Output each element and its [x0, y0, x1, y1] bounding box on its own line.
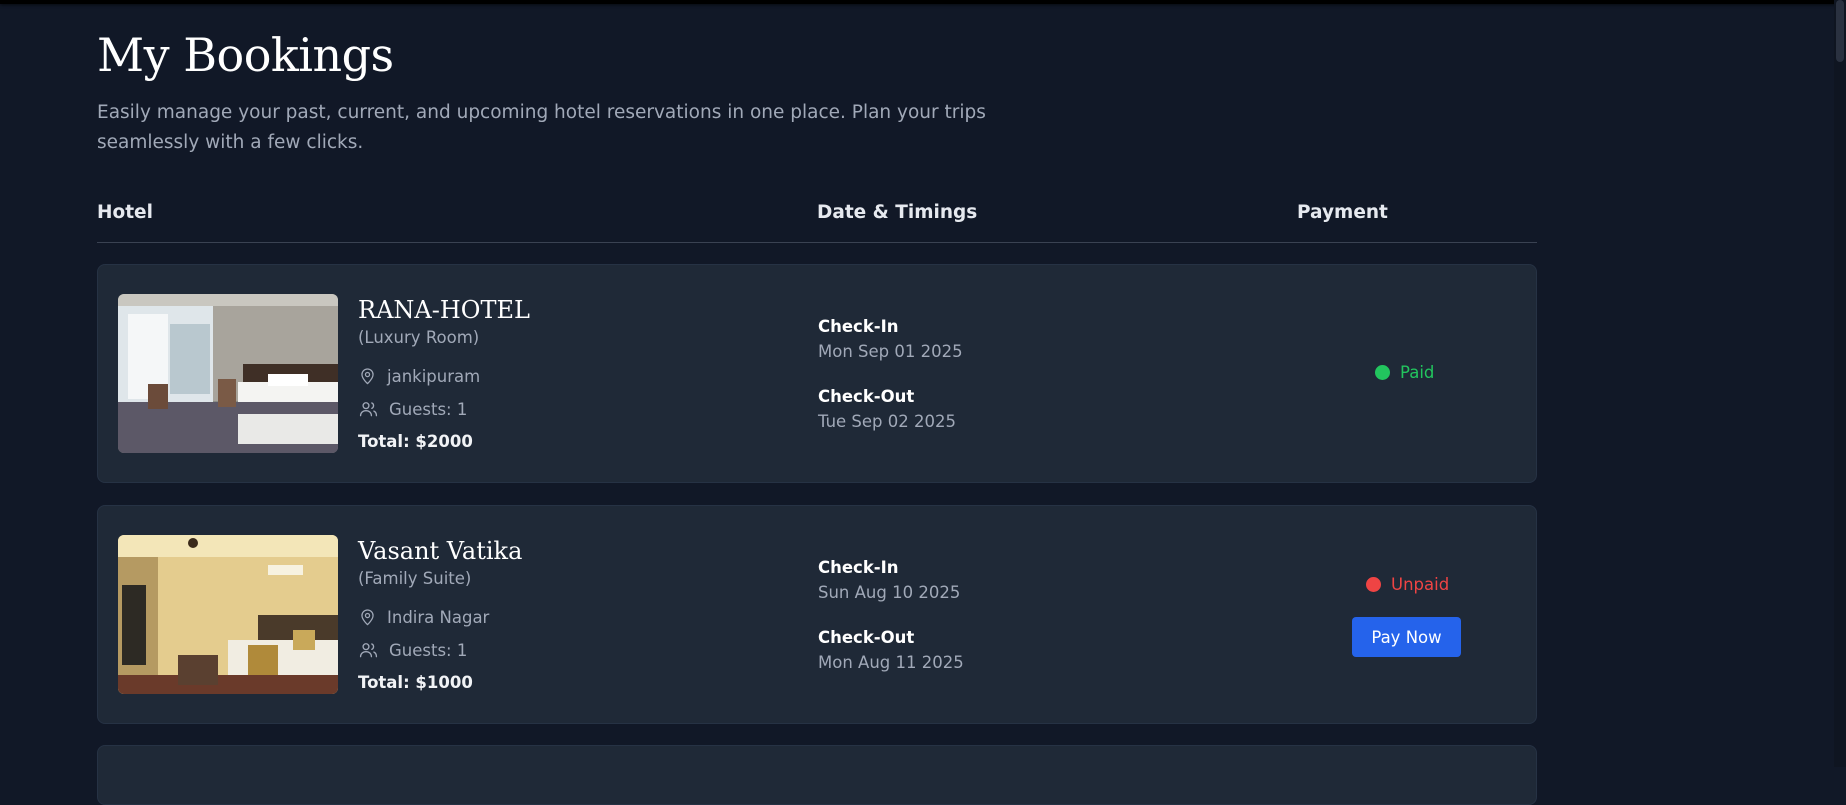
page-title: My Bookings	[97, 28, 394, 82]
room-type: (Luxury Room)	[358, 328, 480, 347]
header-divider	[97, 242, 1537, 243]
checkin-date: Sun Aug 10 2025	[818, 583, 961, 602]
checkin-label: Check-In	[818, 558, 899, 577]
header-date-timings: Date & Timings	[817, 202, 978, 223]
booking-card: RANA-HOTEL (Luxury Room) jankipuram Gues…	[97, 264, 1537, 483]
payment-status: Paid	[1375, 363, 1434, 382]
hotel-image	[118, 535, 338, 694]
header-payment: Payment	[1297, 202, 1388, 223]
location-pin-icon	[361, 368, 374, 385]
checkout-date: Tue Sep 02 2025	[818, 412, 957, 431]
hotel-name: RANA-HOTEL	[358, 296, 530, 324]
booking-total: Total: $1000	[358, 673, 473, 692]
booking-card: Vasant Vatika (Family Suite) Indira Naga…	[97, 505, 1537, 724]
hotel-location: jankipuram	[358, 366, 480, 387]
guest-count: Guests: 1	[358, 640, 467, 660]
vertical-scrollbar[interactable]	[1834, 0, 1846, 767]
header-hotel: Hotel	[97, 202, 153, 223]
booking-card-partial	[97, 745, 1537, 805]
guests-icon	[359, 402, 378, 417]
status-text: Paid	[1400, 363, 1435, 382]
scrollbar-thumb[interactable]	[1836, 0, 1844, 62]
location-pin-icon	[361, 609, 374, 626]
checkin-date: Mon Sep 01 2025	[818, 342, 963, 361]
checkout-date: Mon Aug 11 2025	[818, 653, 964, 672]
pay-now-button[interactable]: Pay Now	[1352, 617, 1461, 657]
checkout-label: Check-Out	[818, 387, 915, 406]
guest-count: Guests: 1	[358, 399, 467, 419]
checkout-label: Check-Out	[818, 628, 915, 647]
bookings-page: My Bookings Easily manage your past, cur…	[97, 0, 1537, 805]
guests-text: Guests: 1	[389, 399, 468, 419]
checkin-label: Check-In	[818, 317, 899, 336]
status-dot-icon	[1375, 365, 1390, 380]
status-dot-icon	[1366, 577, 1381, 592]
room-type: (Family Suite)	[358, 569, 472, 588]
location-text: jankipuram	[387, 367, 481, 386]
payment-status: Unpaid	[1366, 575, 1449, 594]
location-text: Indira Nagar	[387, 608, 490, 627]
page-subtitle: Easily manage your past, current, and up…	[97, 102, 986, 153]
hotel-image	[118, 294, 338, 453]
status-text: Unpaid	[1391, 575, 1450, 594]
booking-total: Total: $2000	[358, 432, 473, 451]
guests-icon	[359, 643, 378, 658]
guests-text: Guests: 1	[389, 640, 468, 660]
hotel-name: Vasant Vatika	[358, 537, 523, 565]
hotel-location: Indira Nagar	[358, 607, 489, 628]
